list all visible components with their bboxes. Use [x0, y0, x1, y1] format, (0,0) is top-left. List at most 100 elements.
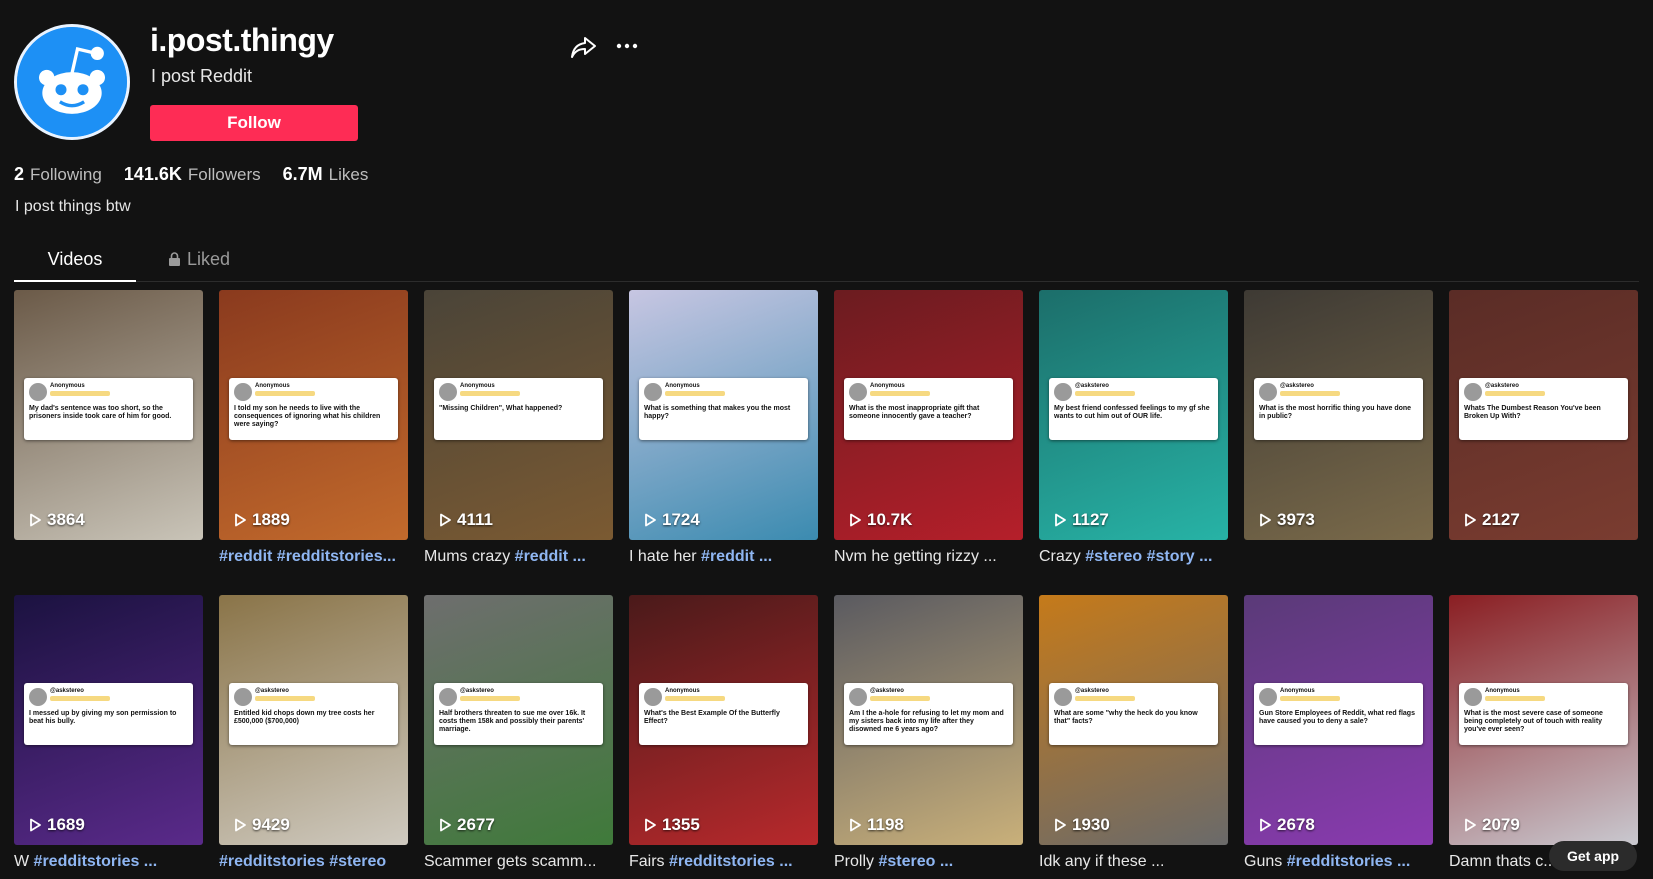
video-thumbnail[interactable]: Anonymous What is the most severe case of… — [1449, 595, 1638, 845]
video-thumbnail[interactable]: Anonymous I told my son he needs to live … — [219, 290, 408, 540]
caption-hashtags[interactable]: #redditstories #stereo — [219, 853, 386, 870]
stat-value: 2 — [14, 164, 25, 184]
caption-hashtags[interactable]: #reddit ... — [515, 548, 586, 565]
video-card[interactable]: @askstereo Am I the a-hole for refusing t… — [834, 595, 1023, 871]
video-thumbnail[interactable]: Anonymous "Missing Children", What happen… — [424, 290, 613, 540]
video-caption[interactable]: Mums crazy #reddit ... — [424, 548, 613, 566]
video-caption[interactable]: #reddit #redditstories... — [219, 548, 408, 566]
post-avatar — [849, 383, 867, 401]
view-count: 1127 — [1072, 510, 1109, 529]
video-thumbnail[interactable]: Anonymous What's the Best Example Of the … — [629, 595, 818, 845]
post-text: My best friend confessed feelings to my … — [1054, 405, 1210, 420]
reddit-post-overlay: @askstereo Entitled kid chops down my tre… — [229, 683, 398, 745]
caption-text: Idk any if these ... — [1039, 853, 1165, 870]
video-thumbnail[interactable]: @askstereo Half brothers threaten to sue … — [424, 595, 613, 845]
video-card[interactable]: Anonymous "Missing Children", What happen… — [424, 290, 613, 566]
video-thumbnail[interactable]: @askstereo I messed up by giving my son p… — [14, 595, 203, 845]
stat-value: 141.6K — [123, 164, 182, 184]
video-thumbnail[interactable]: @askstereo What are some "why the heck do… — [1039, 595, 1228, 845]
view-count: 1198 — [867, 815, 904, 834]
post-badges — [50, 391, 110, 396]
video-thumbnail[interactable]: Anonymous What is something that makes yo… — [629, 290, 818, 540]
stat-label: Followers — [187, 165, 261, 184]
caption-hashtags[interactable]: #redditstories ... — [669, 853, 793, 870]
play-icon — [1055, 818, 1066, 832]
video-caption[interactable]: Guns #redditstories ... — [1244, 853, 1433, 871]
post-author: Anonymous — [665, 383, 700, 389]
post-author: @askstereo — [1075, 383, 1109, 389]
video-card[interactable]: @askstereo My best friend confessed feeli… — [1039, 290, 1228, 566]
video-card[interactable]: @askstereo Whats The Dumbest Reason You'v… — [1449, 290, 1638, 548]
video-card[interactable]: Anonymous What's the Best Example Of the … — [629, 595, 818, 871]
reddit-post-overlay: @askstereo My best friend confessed feeli… — [1049, 378, 1218, 440]
caption-hashtags[interactable]: #reddit #redditstories... — [219, 548, 396, 565]
view-count: 2127 — [1482, 510, 1520, 529]
share-button[interactable] — [568, 32, 598, 62]
caption-hashtags[interactable]: #redditstories ... — [1287, 853, 1411, 870]
video-caption[interactable]: I hate her #reddit ... — [629, 548, 818, 566]
video-thumbnail[interactable]: Anonymous My dad's sentence was too short… — [14, 290, 203, 540]
video-card[interactable]: Anonymous I told my son he needs to live … — [219, 290, 408, 566]
video-card[interactable]: @askstereo I messed up by giving my son p… — [14, 595, 203, 871]
post-author: Anonymous — [1280, 688, 1315, 694]
caption-text: Nvm he getting rizzy ... — [834, 548, 997, 565]
follow-button[interactable]: Follow — [150, 105, 358, 141]
post-avatar — [29, 383, 47, 401]
play-icon — [850, 513, 861, 527]
video-thumbnail[interactable]: @askstereo My best friend confessed feeli… — [1039, 290, 1228, 540]
play-icon — [1465, 513, 1476, 527]
video-caption[interactable]: Scammer gets scamm... — [424, 853, 613, 871]
post-badges — [1075, 391, 1135, 396]
view-count: 1689 — [47, 815, 85, 834]
post-author: Anonymous — [460, 383, 495, 389]
video-caption[interactable]: Nvm he getting rizzy ... — [834, 548, 1023, 566]
view-count: 2678 — [1277, 815, 1315, 834]
video-caption[interactable]: Idk any if these ... — [1039, 853, 1228, 871]
video-caption[interactable]: Fairs #redditstories ... — [629, 853, 818, 871]
video-thumbnail[interactable]: @askstereo Entitled kid chops down my tre… — [219, 595, 408, 845]
video-card[interactable]: @askstereo What is the most horrific thin… — [1244, 290, 1433, 548]
post-text: Half brothers threaten to sue me over 16… — [439, 710, 586, 733]
video-card[interactable]: @askstereo What are some "why the heck do… — [1039, 595, 1228, 871]
profile-username: i.post.thingy — [150, 22, 334, 58]
get-app-button[interactable]: Get app — [1549, 841, 1637, 871]
post-badges — [665, 696, 725, 701]
post-author: Anonymous — [50, 383, 85, 389]
post-badges — [460, 391, 520, 396]
video-card[interactable]: @askstereo Half brothers threaten to sue … — [424, 595, 613, 871]
reddit-post-overlay: Anonymous "Missing Children", What happen… — [434, 378, 603, 440]
video-thumbnail[interactable]: Anonymous Gun Store Employees of Reddit, … — [1244, 595, 1433, 845]
video-views: 1127 — [1053, 510, 1109, 530]
video-caption[interactable]: Crazy #stereo #story ... — [1039, 548, 1228, 566]
stat-followers[interactable]: 141.6K Followers — [124, 164, 261, 185]
play-icon — [1260, 513, 1271, 527]
video-caption[interactable]: Prolly #stereo ... — [834, 853, 1023, 871]
video-thumbnail[interactable]: @askstereo Whats The Dumbest Reason You'v… — [1449, 290, 1638, 540]
video-thumbnail[interactable]: Anonymous What is the most inappropriate … — [834, 290, 1023, 540]
more-options-button[interactable] — [612, 32, 642, 62]
more-dots-icon — [616, 43, 638, 49]
post-author: Anonymous — [255, 383, 290, 389]
caption-hashtags[interactable]: #redditstories ... — [34, 853, 158, 870]
caption-hashtags[interactable]: #stereo ... — [878, 853, 953, 870]
caption-hashtags[interactable]: #stereo #story ... — [1085, 548, 1212, 565]
video-thumbnail[interactable]: @askstereo What is the most horrific thin… — [1244, 290, 1433, 540]
video-card[interactable]: Anonymous What is something that makes yo… — [629, 290, 818, 566]
video-thumbnail[interactable]: @askstereo Am I the a-hole for refusing t… — [834, 595, 1023, 845]
caption-hashtags[interactable]: #reddit ... — [701, 548, 772, 565]
tab-liked[interactable]: Liked — [168, 244, 258, 282]
view-count: 3973 — [1277, 510, 1315, 529]
post-author: @askstereo — [1075, 688, 1109, 694]
video-card[interactable]: Anonymous What is the most inappropriate … — [834, 290, 1023, 566]
video-card[interactable]: Anonymous What is the most severe case of… — [1449, 595, 1638, 871]
tab-videos[interactable]: Videos — [14, 244, 136, 282]
stat-following[interactable]: 2 Following — [14, 164, 102, 185]
video-card[interactable]: Anonymous Gun Store Employees of Reddit, … — [1244, 595, 1433, 871]
video-card[interactable]: Anonymous My dad's sentence was too short… — [14, 290, 203, 548]
post-avatar — [439, 383, 457, 401]
video-card[interactable]: @askstereo Entitled kid chops down my tre… — [219, 595, 408, 871]
video-caption[interactable]: #redditstories #stereo — [219, 853, 408, 871]
caption-text: Guns — [1244, 853, 1287, 870]
video-views: 1889 — [233, 510, 290, 530]
video-caption[interactable]: W #redditstories ... — [14, 853, 203, 871]
